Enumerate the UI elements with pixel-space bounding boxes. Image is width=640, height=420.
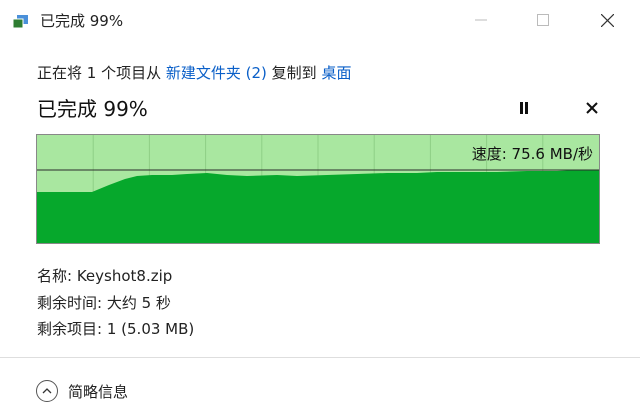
transfer-middle: 复制到 bbox=[266, 64, 322, 82]
items-remaining-value: 1 (5.03 MB) bbox=[106, 320, 195, 338]
maximize-icon bbox=[537, 14, 549, 26]
footer: 简略信息 bbox=[0, 358, 640, 420]
time-remaining-label: 剩余时间: bbox=[37, 294, 103, 312]
minimize-icon bbox=[475, 19, 487, 21]
chevron-up-icon bbox=[36, 380, 58, 402]
cancel-button[interactable] bbox=[580, 97, 604, 119]
cancel-icon bbox=[586, 102, 598, 114]
close-icon bbox=[600, 13, 614, 27]
copy-files-icon bbox=[12, 14, 29, 29]
items-remaining-row: 剩余项目: 1 (5.03 MB) bbox=[37, 318, 194, 339]
fewer-details-label: 简略信息 bbox=[68, 382, 129, 401]
file-name-value: Keyshot8.zip bbox=[76, 267, 173, 285]
time-remaining-value: 大约 5 秒 bbox=[106, 294, 171, 312]
fewer-details-button[interactable]: 简略信息 bbox=[36, 380, 128, 402]
file-name-label: 名称: bbox=[37, 267, 73, 285]
close-button[interactable] bbox=[584, 0, 630, 40]
destination-folder-link[interactable]: 桌面 bbox=[321, 64, 351, 82]
progress-headline: 已完成 99% bbox=[37, 97, 148, 121]
items-remaining-label: 剩余项目: bbox=[37, 320, 103, 338]
source-folder-link[interactable]: 新建文件夹 (2) bbox=[166, 64, 267, 82]
title-bar: 已完成 99% bbox=[0, 0, 640, 40]
transfer-description: 正在将 1 个项目从 新建文件夹 (2) 复制到 桌面 bbox=[37, 62, 351, 83]
maximize-button[interactable] bbox=[520, 0, 566, 40]
transfer-prefix: 正在将 1 个项目从 bbox=[37, 64, 166, 82]
speed-graph: 速度: 75.6 MB/秒 bbox=[36, 134, 600, 244]
window-title: 已完成 99% bbox=[40, 12, 124, 30]
minimize-button[interactable] bbox=[458, 0, 504, 40]
file-name-row: 名称: Keyshot8.zip bbox=[37, 265, 172, 286]
time-remaining-row: 剩余时间: 大约 5 秒 bbox=[37, 292, 171, 313]
pause-button[interactable] bbox=[512, 97, 536, 119]
speed-label: 速度: 75.6 MB/秒 bbox=[471, 145, 593, 163]
pause-icon bbox=[520, 102, 528, 114]
speed-area bbox=[37, 170, 599, 243]
